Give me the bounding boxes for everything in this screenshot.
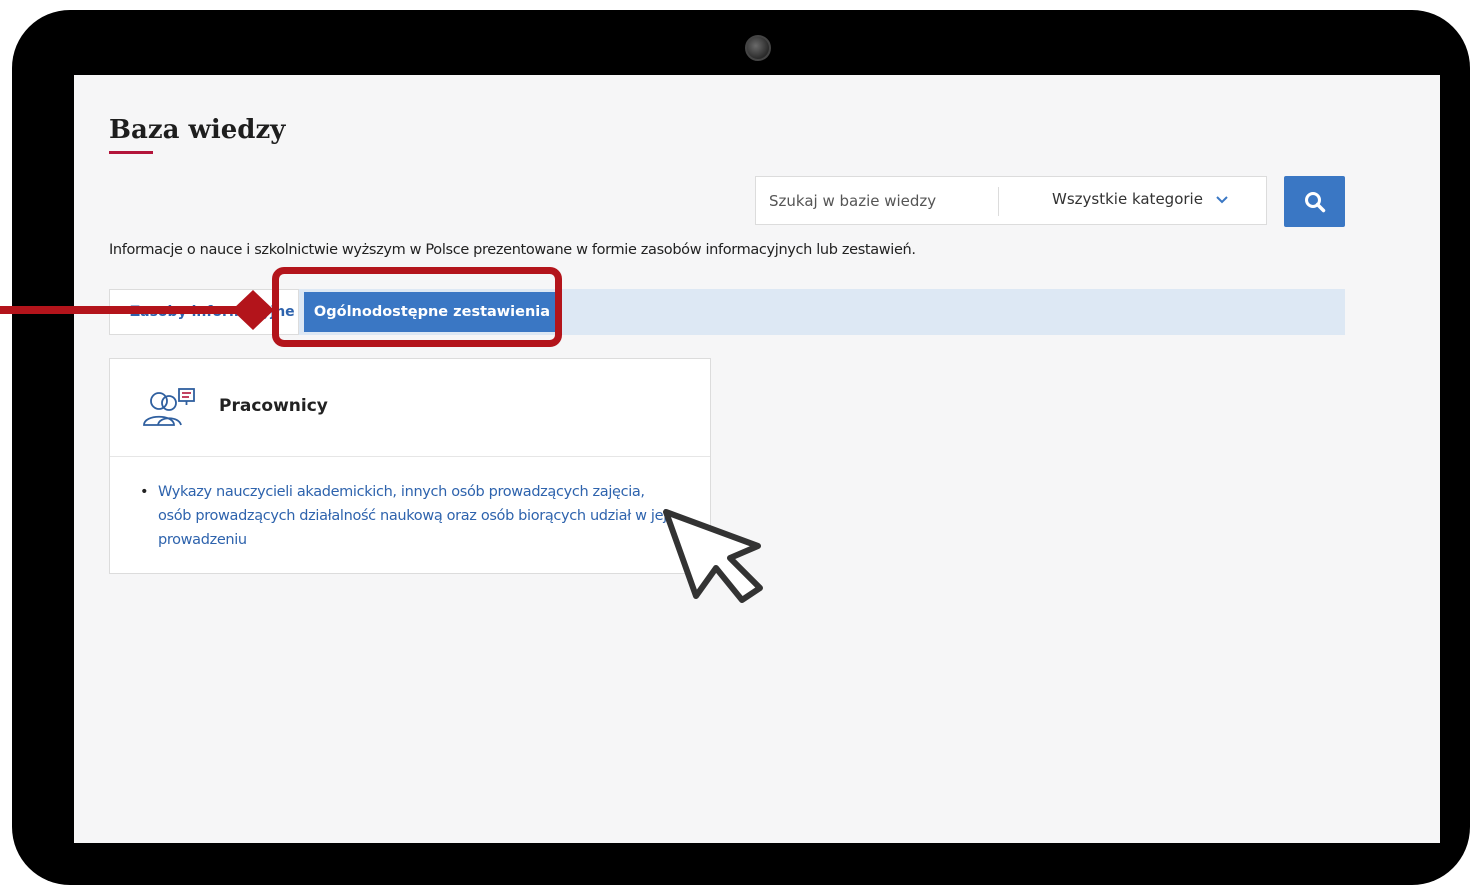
search-icon bbox=[1304, 191, 1325, 212]
search-bar: Wszystkie kategorie bbox=[755, 176, 1267, 225]
camera-icon bbox=[745, 35, 771, 61]
people-presentation-icon bbox=[143, 388, 195, 426]
title-underline bbox=[109, 151, 153, 154]
list-item: • Wykazy nauczycieli akademickich, innyc… bbox=[138, 480, 678, 552]
chevron-down-icon bbox=[1216, 195, 1228, 203]
wykazy-link[interactable]: Wykazy nauczycieli akademickich, innych … bbox=[158, 484, 667, 548]
card-header: Pracownicy bbox=[110, 359, 710, 457]
category-card: Pracownicy • Wykazy nauczycieli akademic… bbox=[109, 358, 711, 574]
search-divider bbox=[998, 187, 999, 216]
page-title: Baza wiedzy bbox=[109, 115, 286, 145]
browser-screen: Baza wiedzy Wszystkie kategorie Informac… bbox=[74, 75, 1440, 843]
card-link-list: • Wykazy nauczycieli akademickich, innyc… bbox=[138, 480, 678, 552]
card-title: Pracownicy bbox=[219, 396, 328, 416]
annotation-highlight-box bbox=[272, 267, 562, 347]
intro-text: Informacje o nauce i szkolnictwie wyższy… bbox=[109, 242, 916, 258]
search-input[interactable] bbox=[756, 177, 996, 224]
device-frame: Baza wiedzy Wszystkie kategorie Informac… bbox=[12, 10, 1470, 885]
annotation-arrow-icon bbox=[0, 290, 274, 330]
cursor-pointer-icon bbox=[663, 509, 763, 603]
bullet-icon: • bbox=[140, 484, 149, 500]
search-button[interactable] bbox=[1284, 176, 1345, 227]
category-dropdown[interactable]: Wszystkie kategorie bbox=[1052, 190, 1228, 208]
category-label: Wszystkie kategorie bbox=[1052, 190, 1203, 208]
